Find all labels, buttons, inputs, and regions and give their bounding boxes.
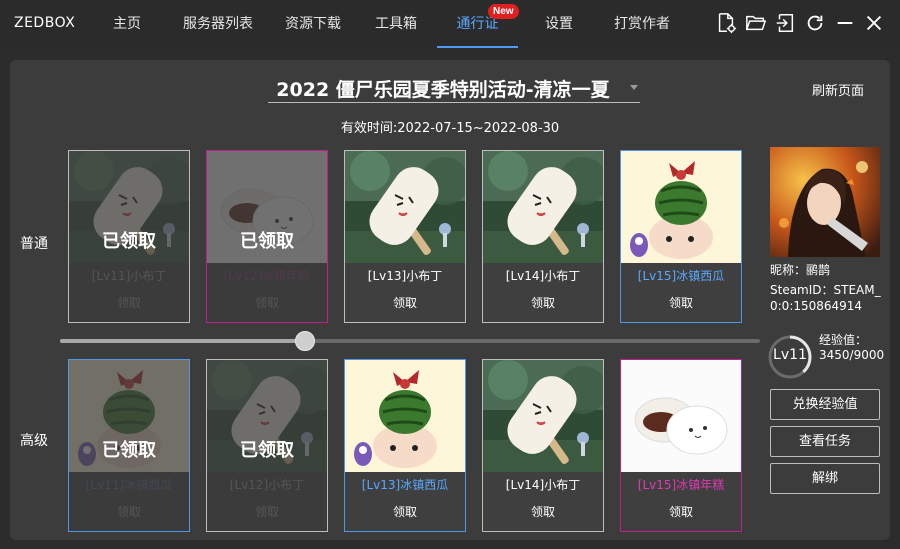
folder-open-icon[interactable] [744,11,768,35]
view-tasks-button[interactable]: 查看任务 [770,426,880,457]
reward-card[interactable]: [Lv11]小布丁领取已领取 [68,150,190,323]
reward-card[interactable]: [Lv11]冰镇西瓜领取已领取 [68,359,190,532]
row-label-normal: 普通 [20,236,48,252]
unbind-button[interactable]: 解绑 [770,463,880,494]
reward-card[interactable]: [Lv12]小布丁领取已领取 [206,359,328,532]
nav-donate[interactable]: 打赏作者 [613,0,671,50]
nav-settings[interactable]: 设置 [544,0,574,50]
avatar [770,147,880,257]
login-icon[interactable] [773,11,797,35]
file-settings-icon[interactable] [714,11,738,35]
claim-button[interactable]: 领取 [483,503,603,520]
reward-card[interactable]: [Lv13]小布丁领取 [344,150,466,323]
reward-card[interactable]: [Lv15]冰镇年糕领取 [620,359,742,532]
refresh-icon[interactable] [803,11,827,35]
reward-image [483,360,603,472]
user-steam-id: SteamID：STEAM_0:0:150864914 [770,283,881,313]
claim-button[interactable]: 领取 [621,294,741,311]
exchange-exp-button[interactable]: 兑换经验值 [770,389,880,420]
reward-card[interactable]: [Lv13]冰镇西瓜领取 [344,359,466,532]
refresh-page-button[interactable]: 刷新页面 [812,80,864,99]
reward-name: [Lv14]小布丁 [505,269,581,283]
event-select[interactable]: 2022 僵尸乐园夏季特别活动-清凉一夏 [268,73,640,103]
reward-card[interactable]: [Lv12]冰镇年糕领取已领取 [206,150,328,323]
app-brand: ZEDBOX [14,15,76,31]
new-badge: New [488,4,519,19]
reward-image [345,151,465,263]
nav-home[interactable]: 主页 [112,0,142,50]
user-exp: 经验值：3450/9000 [819,333,885,362]
reward-name: [Lv13]冰镇西瓜 [361,478,449,492]
claim-button[interactable]: 领取 [621,503,741,520]
close-icon[interactable] [862,11,886,35]
event-title: 2022 僵尸乐园夏季特别活动-清凉一夏 [276,79,610,101]
reward-image [483,151,603,263]
reward-image [621,360,741,472]
user-nickname: 昵称：鹂鹊 [770,263,831,277]
reward-name: [Lv15]冰镇西瓜 [637,269,725,283]
reward-image [621,151,741,263]
claimed-overlay: 已领取 [69,151,189,322]
event-validity: 有效时间:2022-07-15~2022-08-30 [340,121,560,136]
row-label-advanced: 高级 [20,433,48,449]
user-level: Lv11 [773,347,807,363]
reward-image [345,360,465,472]
reward-card[interactable]: [Lv15]冰镇西瓜领取 [620,150,742,323]
reward-card[interactable]: [Lv14]小布丁领取 [482,150,604,323]
progress-slider[interactable] [60,331,760,351]
slider-thumb[interactable] [295,331,315,351]
claim-button[interactable]: 领取 [345,294,465,311]
claimed-label: 已领取 [102,440,156,461]
battle-pass-panel: 2022 僵尸乐园夏季特别活动-清凉一夏 刷新页面 有效时间:2022-07-1… [10,60,890,540]
claimed-label: 已领取 [240,231,294,252]
slider-fill [60,339,305,343]
claimed-label: 已领取 [102,231,156,252]
claim-button[interactable]: 领取 [345,503,465,520]
claim-button[interactable]: 领取 [483,294,603,311]
claimed-overlay: 已领取 [207,360,327,531]
claimed-label: 已领取 [240,440,294,461]
nav-toolbox[interactable]: 工具箱 [374,0,418,50]
reward-card[interactable]: [Lv14]小布丁领取 [482,359,604,532]
minimize-icon[interactable] [833,11,857,35]
claimed-overlay: 已领取 [69,360,189,531]
nav-downloads[interactable]: 资源下载 [284,0,342,50]
claimed-overlay: 已领取 [207,151,327,322]
chevron-down-icon [630,85,638,90]
reward-name: [Lv15]冰镇年糕 [637,478,725,492]
nav-server-list[interactable]: 服务器列表 [181,0,255,50]
reward-name: [Lv13]小布丁 [367,269,443,283]
reward-name: [Lv14]小布丁 [505,478,581,492]
top-nav-bar: ZEDBOX 主页 服务器列表 资源下载 工具箱 通行证 New 设置 打赏作者 [0,0,900,50]
